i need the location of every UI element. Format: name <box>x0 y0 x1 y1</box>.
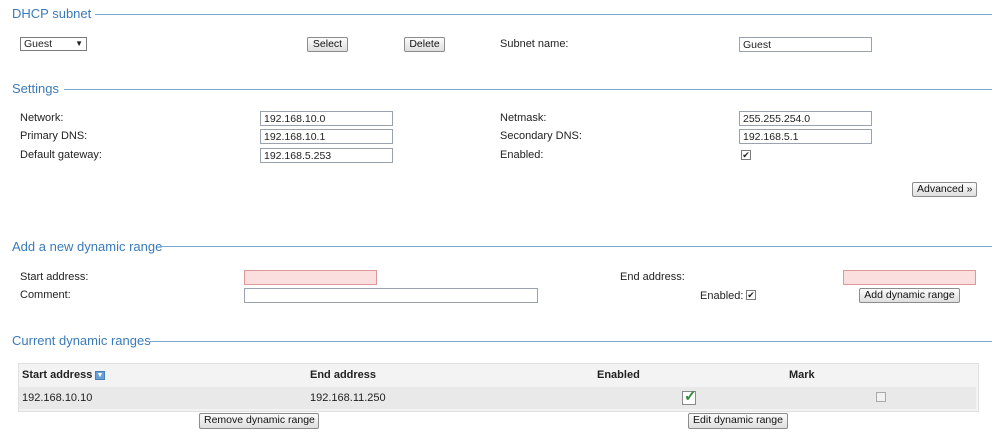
range-enabled-checkbox[interactable]: ✔ <box>746 290 756 300</box>
subnet-name-field[interactable] <box>739 37 872 52</box>
column-header-mark[interactable]: Mark <box>789 369 815 381</box>
sort-descending-icon[interactable]: ▼ <box>95 371 105 380</box>
end-address-field[interactable] <box>843 270 976 285</box>
primary-dns-field[interactable] <box>260 129 393 144</box>
section-title-dhcp-subnet: DHCP subnet <box>12 6 92 21</box>
column-header-start-address[interactable]: Start address <box>22 369 92 381</box>
row-end-address: 192.168.11.250 <box>310 392 386 404</box>
row-start-address: 192.168.10.10 <box>22 392 93 404</box>
delete-button[interactable]: Delete <box>404 37 445 52</box>
enabled-checkbox[interactable]: ✔ <box>741 150 751 160</box>
secondary-dns-label: Secondary DNS: <box>500 130 582 142</box>
enabled-label: Enabled: <box>500 149 544 161</box>
netmask-field[interactable] <box>739 111 872 126</box>
section-divider <box>64 89 992 90</box>
row-mark-checkbox[interactable] <box>876 392 886 402</box>
subnet-name-label: Subnet name: <box>500 38 569 50</box>
start-address-label: Start address: <box>20 271 89 283</box>
column-header-end-address[interactable]: End address <box>310 369 376 381</box>
section-divider <box>95 14 992 15</box>
secondary-dns-field[interactable] <box>739 129 872 144</box>
select-button[interactable]: Select <box>307 37 348 52</box>
network-field[interactable] <box>260 111 393 126</box>
section-divider <box>162 246 992 247</box>
network-label: Network: <box>20 112 64 124</box>
start-address-field[interactable] <box>244 270 377 285</box>
edit-dynamic-range-button[interactable]: Edit dynamic range <box>688 413 788 429</box>
section-title-settings: Settings <box>12 81 59 96</box>
subnet-select-value: Guest <box>24 38 53 50</box>
end-address-label: End address: <box>620 271 685 283</box>
advanced-button[interactable]: Advanced » <box>912 182 977 197</box>
column-header-enabled[interactable]: Enabled <box>597 369 640 381</box>
chevron-down-icon: ▼ <box>75 39 83 48</box>
section-title-add-range: Add a new dynamic range <box>12 239 163 254</box>
default-gateway-field[interactable] <box>260 148 393 163</box>
primary-dns-label: Primary DNS: <box>20 130 88 142</box>
remove-dynamic-range-button[interactable]: Remove dynamic range <box>199 413 319 429</box>
add-dynamic-range-button[interactable]: Add dynamic range <box>859 288 960 303</box>
section-title-current-ranges: Current dynamic ranges <box>12 333 151 348</box>
subnet-select[interactable]: Guest ▼ <box>20 37 87 51</box>
comment-field[interactable] <box>244 288 538 303</box>
default-gateway-label: Default gateway: <box>20 149 102 161</box>
check-icon: ✓ <box>684 388 697 405</box>
comment-label: Comment: <box>20 289 71 301</box>
netmask-label: Netmask: <box>500 112 547 124</box>
row-enabled-indicator: ✓ <box>682 388 697 405</box>
table-row[interactable] <box>19 387 976 409</box>
section-divider <box>150 341 992 342</box>
range-enabled-label: Enabled: <box>700 290 744 302</box>
